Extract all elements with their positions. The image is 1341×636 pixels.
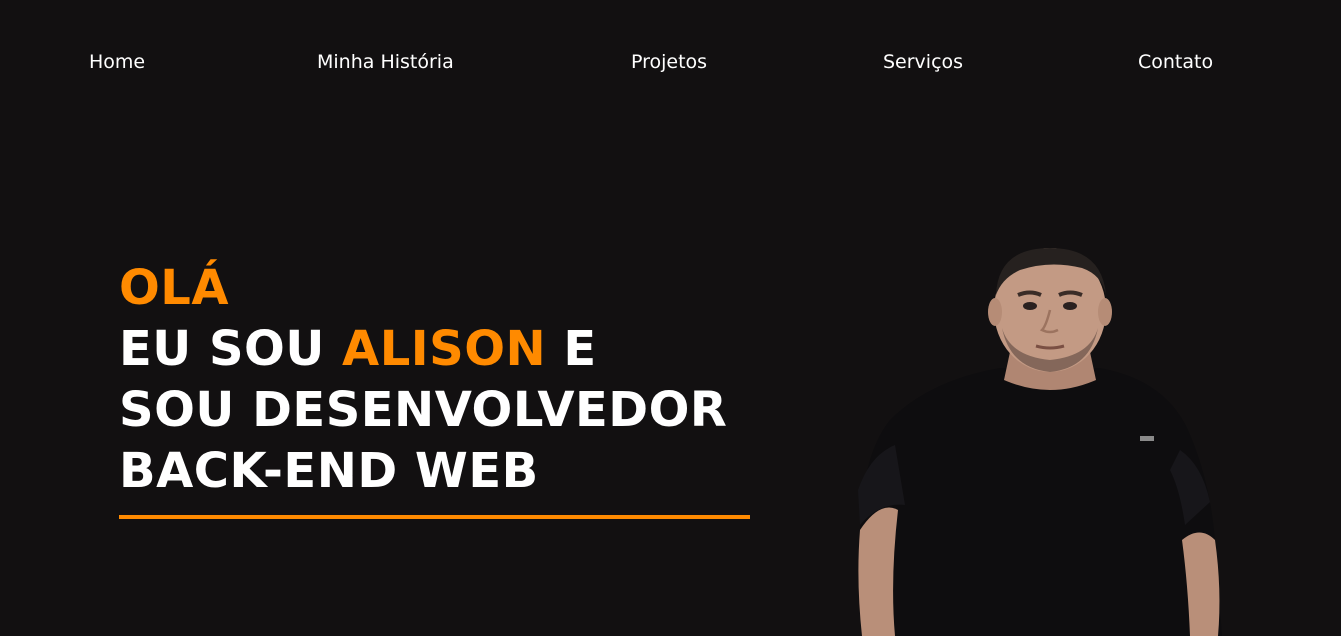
hero-role-line: SOU DESENVOLVEDOR [119, 382, 728, 438]
main-navigation: Home Minha História Projetos Serviços Co… [0, 0, 1341, 124]
hero-intro-suffix: E [563, 321, 597, 377]
hero-name: ALISON [342, 321, 547, 377]
hero-heading: OLÁ EU SOU ALISON E SOU DESENVOLVEDOR BA… [119, 258, 799, 502]
hero-greeting: OLÁ [119, 260, 230, 316]
nav-home-link[interactable]: Home [89, 50, 145, 74]
profile-photo [858, 248, 1222, 636]
hero-intro-line: EU SOU ALISON E [119, 319, 799, 380]
hero-specialty-line: BACK-END WEB [119, 443, 539, 499]
hero-intro-prefix: EU SOU [119, 321, 325, 377]
nav-projetos-link[interactable]: Projetos [631, 50, 707, 74]
nav-servicos-link[interactable]: Serviços [883, 50, 963, 74]
nav-contato-link[interactable]: Contato [1138, 50, 1213, 74]
nav-minha-historia-link[interactable]: Minha História [317, 50, 454, 74]
hero-underline-divider [119, 515, 750, 519]
